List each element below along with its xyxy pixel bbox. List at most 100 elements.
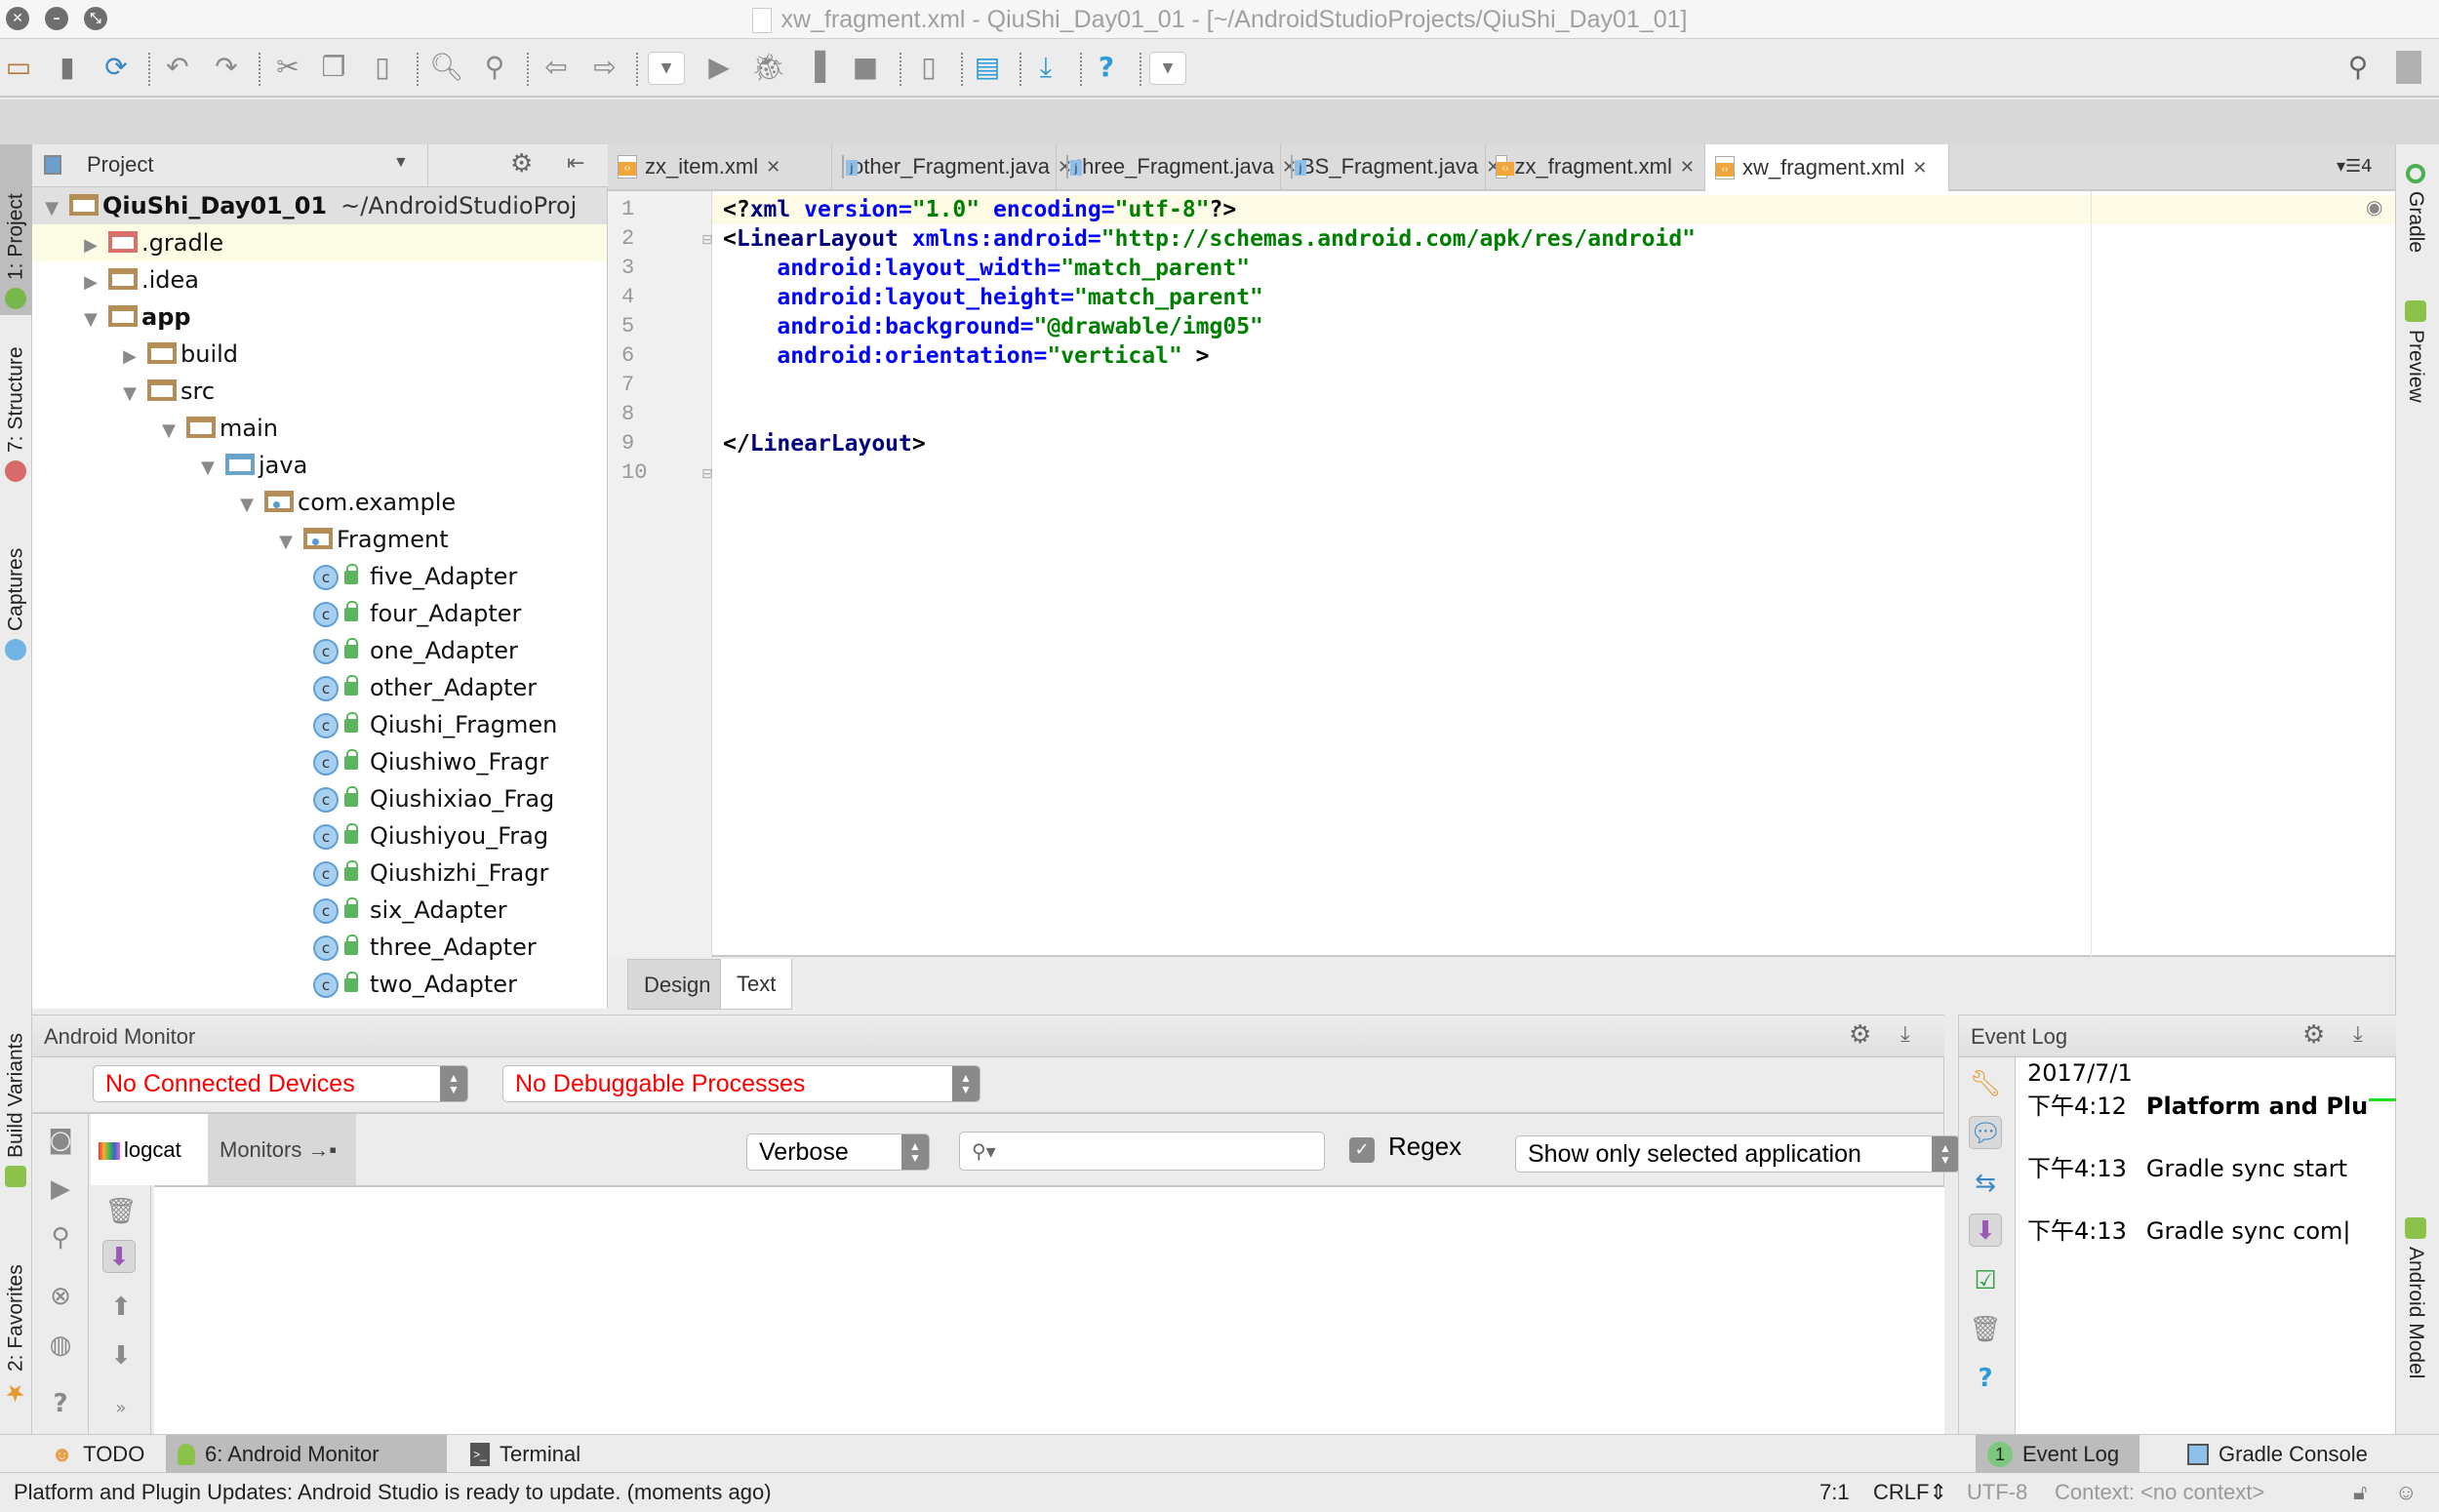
- code-line[interactable]: <LinearLayout xmlns:android="http://sche…: [723, 224, 1696, 254]
- avd-manager-icon[interactable]: ▯: [912, 51, 945, 84]
- tool-tab-android-monitor[interactable]: 6: Android Monitor: [166, 1435, 447, 1473]
- tree-class-item[interactable]: c Qiushiwo_Fragr: [32, 743, 607, 780]
- close-tab-icon[interactable]: ✕: [766, 157, 780, 178]
- hide-panel-icon[interactable]: ⤓: [1900, 1021, 1910, 1047]
- close-tab-icon[interactable]: ✕: [1680, 157, 1695, 178]
- code-editor[interactable]: 1 2 3 4 5 6 7 8 9 10 <?xml version="1.0" encoding…: [608, 191, 2395, 957]
- tree-folder-item[interactable]: ▼ com.example: [32, 484, 607, 521]
- synchronize-icon[interactable]: ⟳: [100, 51, 133, 84]
- tree-class-item[interactable]: c Qiushiyou_Frag: [32, 817, 607, 855]
- project-structure-icon[interactable]: ▤: [971, 51, 1004, 84]
- search-everywhere-icon[interactable]: ⚲: [2341, 51, 2375, 84]
- regex-checkbox[interactable]: ✓: [1349, 1137, 1375, 1163]
- tree-folder-item[interactable]: ▼ src: [32, 373, 607, 410]
- tool-tab-preview[interactable]: Preview: [2404, 300, 2427, 403]
- tree-class-item[interactable]: c three_Adapter: [32, 929, 607, 966]
- cut-icon[interactable]: ✂: [271, 51, 304, 84]
- event-message[interactable]: Gradle sync com|: [2146, 1217, 2351, 1245]
- logcat-search-input[interactable]: ⚲▾: [959, 1132, 1325, 1171]
- system-info-icon[interactable]: ⚲: [44, 1221, 77, 1254]
- status-message[interactable]: Platform and Plugin Updates: Android Stu…: [14, 1473, 772, 1512]
- chevron-down-icon[interactable]: ▼: [393, 154, 409, 172]
- screen-record-icon[interactable]: ▶: [44, 1173, 77, 1206]
- tree-class-item[interactable]: c Qiushi_Fragmen: [32, 706, 607, 743]
- tree-folder-item[interactable]: ▼ app: [32, 298, 607, 336]
- hide-panel-icon[interactable]: ⤓: [2353, 1021, 2363, 1047]
- tool-tab-terminal[interactable]: >_ Terminal: [459, 1435, 592, 1473]
- profile-icon[interactable]: ▐: [798, 51, 831, 84]
- mark-all-read-icon[interactable]: ☑: [1969, 1264, 2002, 1297]
- tree-folder-item[interactable]: ▼ java: [32, 447, 607, 484]
- code-content[interactable]: <?xml version="1.0" encoding="utf-8"?> <L…: [608, 191, 2395, 957]
- tab-design[interactable]: Design: [627, 959, 728, 1010]
- back-icon[interactable]: ⇦: [540, 51, 573, 84]
- layout-inspector-icon[interactable]: ◍: [44, 1329, 77, 1362]
- collapsed-arrow-icon[interactable]: ▶: [79, 227, 102, 261]
- down-arrow-icon[interactable]: ⬇: [104, 1339, 138, 1373]
- collapse-all-icon[interactable]: ⇤: [567, 150, 584, 176]
- subtab-monitors[interactable]: Monitors →▪: [208, 1114, 356, 1185]
- tool-tab-project[interactable]: 1: Project: [0, 144, 32, 315]
- copy-icon[interactable]: ❐: [317, 51, 350, 84]
- tool-tab-todo[interactable]: ☻ TODO: [39, 1435, 156, 1473]
- gear-icon[interactable]: ⚙: [510, 148, 533, 179]
- subtab-logcat[interactable]: logcat: [91, 1114, 208, 1185]
- tool-tab-favorites[interactable]: ★ 2: Favorites: [0, 1247, 32, 1413]
- balloon-icon[interactable]: 💬︎: [1969, 1116, 2002, 1149]
- caret-position[interactable]: 7:1: [1819, 1473, 1850, 1512]
- debug-icon[interactable]: 🐞︎: [751, 51, 786, 84]
- tree-folder-item[interactable]: ▶ .gradle: [32, 224, 607, 261]
- screen-capture-icon[interactable]: ◙: [44, 1124, 77, 1157]
- clear-logcat-icon[interactable]: 🗑︎: [104, 1195, 138, 1228]
- editor-tab[interactable]: BS_Fragment.java✕: [1281, 144, 1500, 189]
- log-level-select[interactable]: Verbose ▲ ▼: [746, 1134, 930, 1171]
- help-icon[interactable]: ?: [1969, 1362, 2002, 1395]
- tool-tab-captures[interactable]: Captures: [0, 530, 32, 666]
- editor-tab[interactable]: other_Fragment.java✕: [832, 144, 1072, 189]
- tab-overflow-menu[interactable]: ▾☰4: [2337, 156, 2373, 177]
- help-icon[interactable]: ?: [44, 1387, 77, 1420]
- tool-tab-event-log[interactable]: 1 Event Log: [1976, 1435, 2139, 1473]
- code-line[interactable]: android:layout_height="match_parent": [723, 283, 1263, 312]
- clear-all-icon[interactable]: 🗑︎: [1969, 1313, 2002, 1346]
- tool-tab-android-model[interactable]: Android Model: [2404, 1217, 2427, 1378]
- device-select[interactable]: No Connected Devices ▲ ▼: [93, 1065, 468, 1102]
- tree-class-item[interactable]: c five_Adapter: [32, 558, 607, 595]
- event-log-entry[interactable]: 下午4:13 Gradle sync com|: [2027, 1212, 2371, 1246]
- more-icon[interactable]: »: [104, 1392, 138, 1425]
- undo-icon[interactable]: ↶: [161, 51, 194, 84]
- code-line[interactable]: android:orientation="vertical" >: [723, 341, 1209, 371]
- up-arrow-icon[interactable]: ⬆: [104, 1291, 138, 1324]
- code-line[interactable]: android:layout_width="match_parent": [723, 254, 1250, 283]
- scroll-to-end-icon[interactable]: ⬇: [102, 1240, 136, 1273]
- settings-wrench-icon[interactable]: 🔧︎: [1969, 1067, 2002, 1100]
- tree-folder-item[interactable]: ▼ Fragment: [32, 521, 607, 558]
- open-folder-icon[interactable]: ▭: [2, 51, 35, 84]
- editor-tab[interactable]: zx_fragment.xml ✕: [1486, 144, 1705, 189]
- gear-icon[interactable]: ⚙: [2302, 1019, 2325, 1050]
- project-view-selector[interactable]: Project: [87, 152, 153, 178]
- collapsed-arrow-icon[interactable]: ▶: [79, 264, 102, 298]
- paste-icon[interactable]: ▯: [366, 51, 399, 84]
- gear-icon[interactable]: ⚙: [1849, 1019, 1871, 1050]
- fold-marker-icon[interactable]: ⊟: [701, 466, 713, 482]
- tree-class-item[interactable]: c two_Adapter: [32, 966, 607, 1003]
- expanded-arrow-icon[interactable]: ▼: [118, 376, 141, 410]
- tool-tab-build-variants[interactable]: Build Variants: [0, 1022, 32, 1193]
- expanded-arrow-icon[interactable]: ▼: [235, 487, 259, 521]
- tree-class-item[interactable]: c six_Adapter: [32, 892, 607, 929]
- code-line[interactable]: android:background="@drawable/img05": [723, 312, 1263, 341]
- hector-icon[interactable]: ☺: [2395, 1473, 2417, 1512]
- event-log-entry[interactable]: 下午4:13 Gradle sync start: [2027, 1149, 2371, 1183]
- tree-class-item[interactable]: c other_Adapter: [32, 669, 607, 706]
- tree-folder-item[interactable]: ▼ main: [32, 410, 607, 447]
- expanded-arrow-icon[interactable]: ▼: [196, 450, 220, 484]
- redo-icon[interactable]: ↷: [210, 51, 243, 84]
- line-separator[interactable]: CRLF⇕: [1873, 1473, 1947, 1512]
- filter-select[interactable]: Show only selected application ▲ ▼: [1515, 1135, 1960, 1173]
- editor-tab[interactable]: three_Fragment.java✕: [1057, 144, 1297, 189]
- save-all-icon[interactable]: ▮: [51, 51, 84, 84]
- event-message[interactable]: Platform and Plu: [2146, 1093, 2368, 1120]
- process-select[interactable]: No Debuggable Processes ▲ ▼: [502, 1065, 980, 1102]
- eye-icon[interactable]: ◉: [2366, 195, 2382, 219]
